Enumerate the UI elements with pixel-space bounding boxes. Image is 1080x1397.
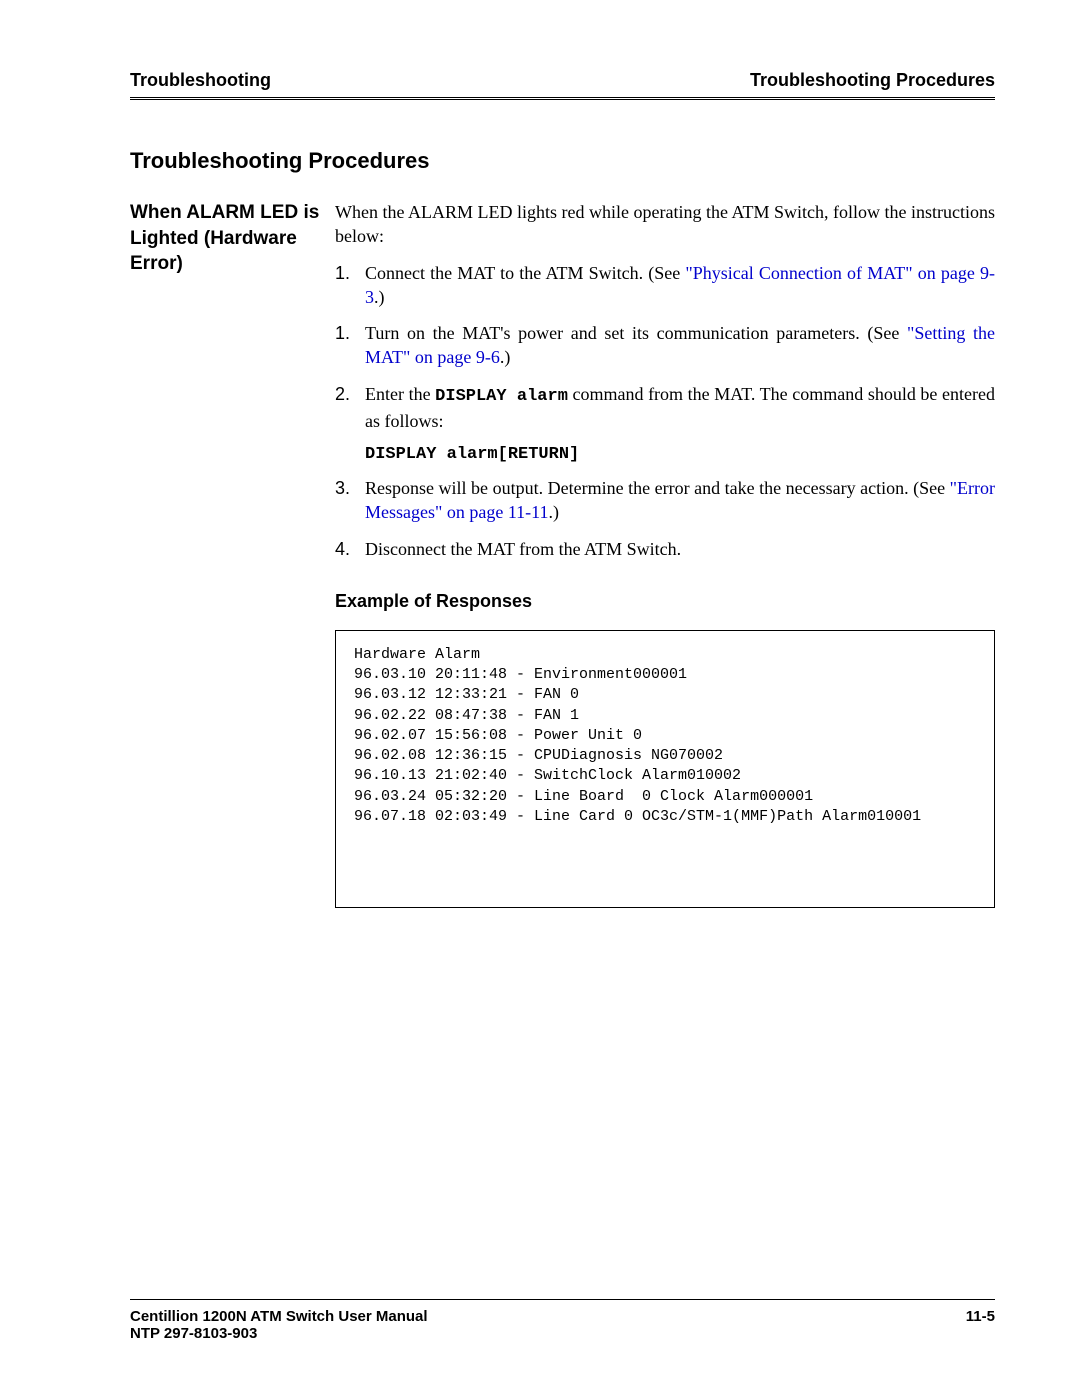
page-footer: Centillion 1200N ATM Switch User Manual … [130, 1299, 995, 1342]
page-header: Troubleshooting Troubleshooting Procedur… [130, 70, 995, 100]
body-column: When the ALARM LED lights red while oper… [335, 200, 995, 908]
list-item: 2. Enter the DISPLAY alarm command from … [335, 382, 995, 433]
step-text: .) [548, 502, 559, 522]
step-body: Enter the DISPLAY alarm command from the… [365, 382, 995, 433]
cmd-inline: DISPLAY alarm [435, 387, 568, 406]
step-number: 4. [335, 537, 365, 561]
side-heading: When ALARM LED is Lighted (Hardware Erro… [130, 200, 335, 277]
step-body: Turn on the MAT's power and set its comm… [365, 321, 995, 370]
page: Troubleshooting Troubleshooting Procedur… [0, 0, 1080, 1397]
step-number: 3. [335, 476, 365, 500]
responses-box: Hardware Alarm 96.03.10 20:11:48 - Envir… [335, 630, 995, 908]
step-body: Disconnect the MAT from the ATM Switch. [365, 537, 995, 561]
step-text: .) [374, 287, 385, 307]
list-item: 3. Response will be output. Determine th… [335, 476, 995, 525]
header-left: Troubleshooting [130, 70, 271, 91]
step-text: Enter the [365, 384, 435, 404]
step-body: Connect the MAT to the ATM Switch. (See … [365, 261, 995, 310]
section-title: Troubleshooting Procedures [130, 148, 995, 174]
step-text: Turn on the MAT's power and set its comm… [365, 323, 907, 343]
step-number: 1. [335, 261, 365, 285]
list-item: 1. Connect the MAT to the ATM Switch. (S… [335, 261, 995, 310]
steps-list-cont: 3. Response will be output. Determine th… [335, 476, 995, 561]
header-right: Troubleshooting Procedures [750, 70, 995, 91]
footer-ntp: NTP 297-8103-903 [130, 1325, 428, 1342]
footer-page-number: 11-5 [966, 1308, 995, 1342]
list-item: 1. Turn on the MAT's power and set its c… [335, 321, 995, 370]
content-columns: When ALARM LED is Lighted (Hardware Erro… [130, 200, 995, 908]
example-subhead: Example of Responses [335, 591, 995, 612]
steps-list: 1. Connect the MAT to the ATM Switch. (S… [335, 261, 995, 433]
step-text: Response will be output. Determine the e… [365, 478, 950, 498]
step-body: Response will be output. Determine the e… [365, 476, 995, 525]
step-number: 2. [335, 382, 365, 406]
step-number: 1. [335, 321, 365, 345]
footer-left: Centillion 1200N ATM Switch User Manual … [130, 1308, 428, 1342]
command-line: DISPLAY alarm[RETURN] [365, 445, 995, 464]
step-text: .) [500, 347, 511, 367]
list-item: 4. Disconnect the MAT from the ATM Switc… [335, 537, 995, 561]
intro-paragraph: When the ALARM LED lights red while oper… [335, 200, 995, 249]
step-text: Connect the MAT to the ATM Switch. (See [365, 263, 685, 283]
footer-manual-title: Centillion 1200N ATM Switch User Manual [130, 1308, 428, 1325]
step-text: Disconnect the MAT from the ATM Switch. [365, 539, 681, 559]
